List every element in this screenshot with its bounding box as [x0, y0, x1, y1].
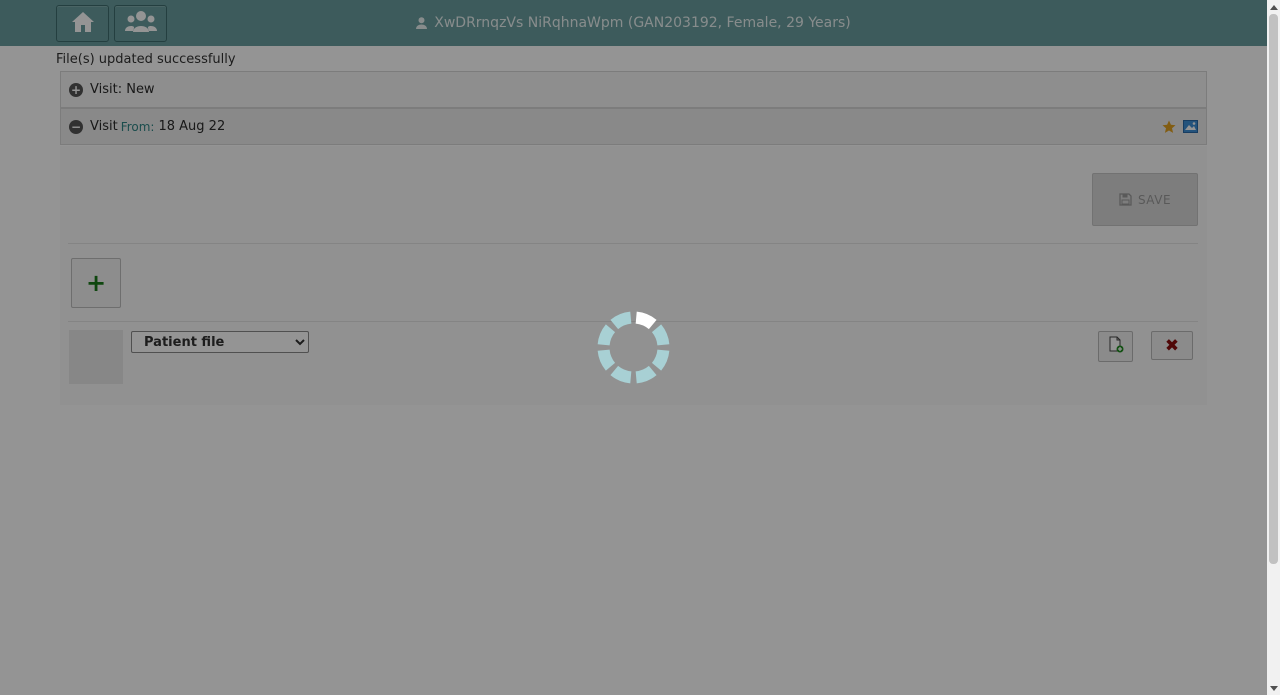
spinner-segment — [610, 365, 632, 384]
spinner-segment — [651, 324, 670, 346]
spinner-segment — [635, 365, 657, 384]
loading-overlay — [0, 0, 1280, 695]
spinner-segment — [597, 324, 616, 346]
spinner-segment — [597, 349, 616, 371]
spinner-segment — [610, 311, 632, 330]
vertical-scrollbar[interactable] — [1267, 0, 1280, 695]
spinner-segment — [635, 311, 657, 330]
spinner-segment — [651, 349, 670, 371]
loading-spinner-icon — [597, 311, 670, 384]
scrollbar-thumb[interactable] — [1269, 14, 1278, 564]
scroll-up-arrow-icon[interactable] — [1267, 0, 1280, 13]
scroll-down-arrow-icon[interactable] — [1267, 682, 1280, 695]
